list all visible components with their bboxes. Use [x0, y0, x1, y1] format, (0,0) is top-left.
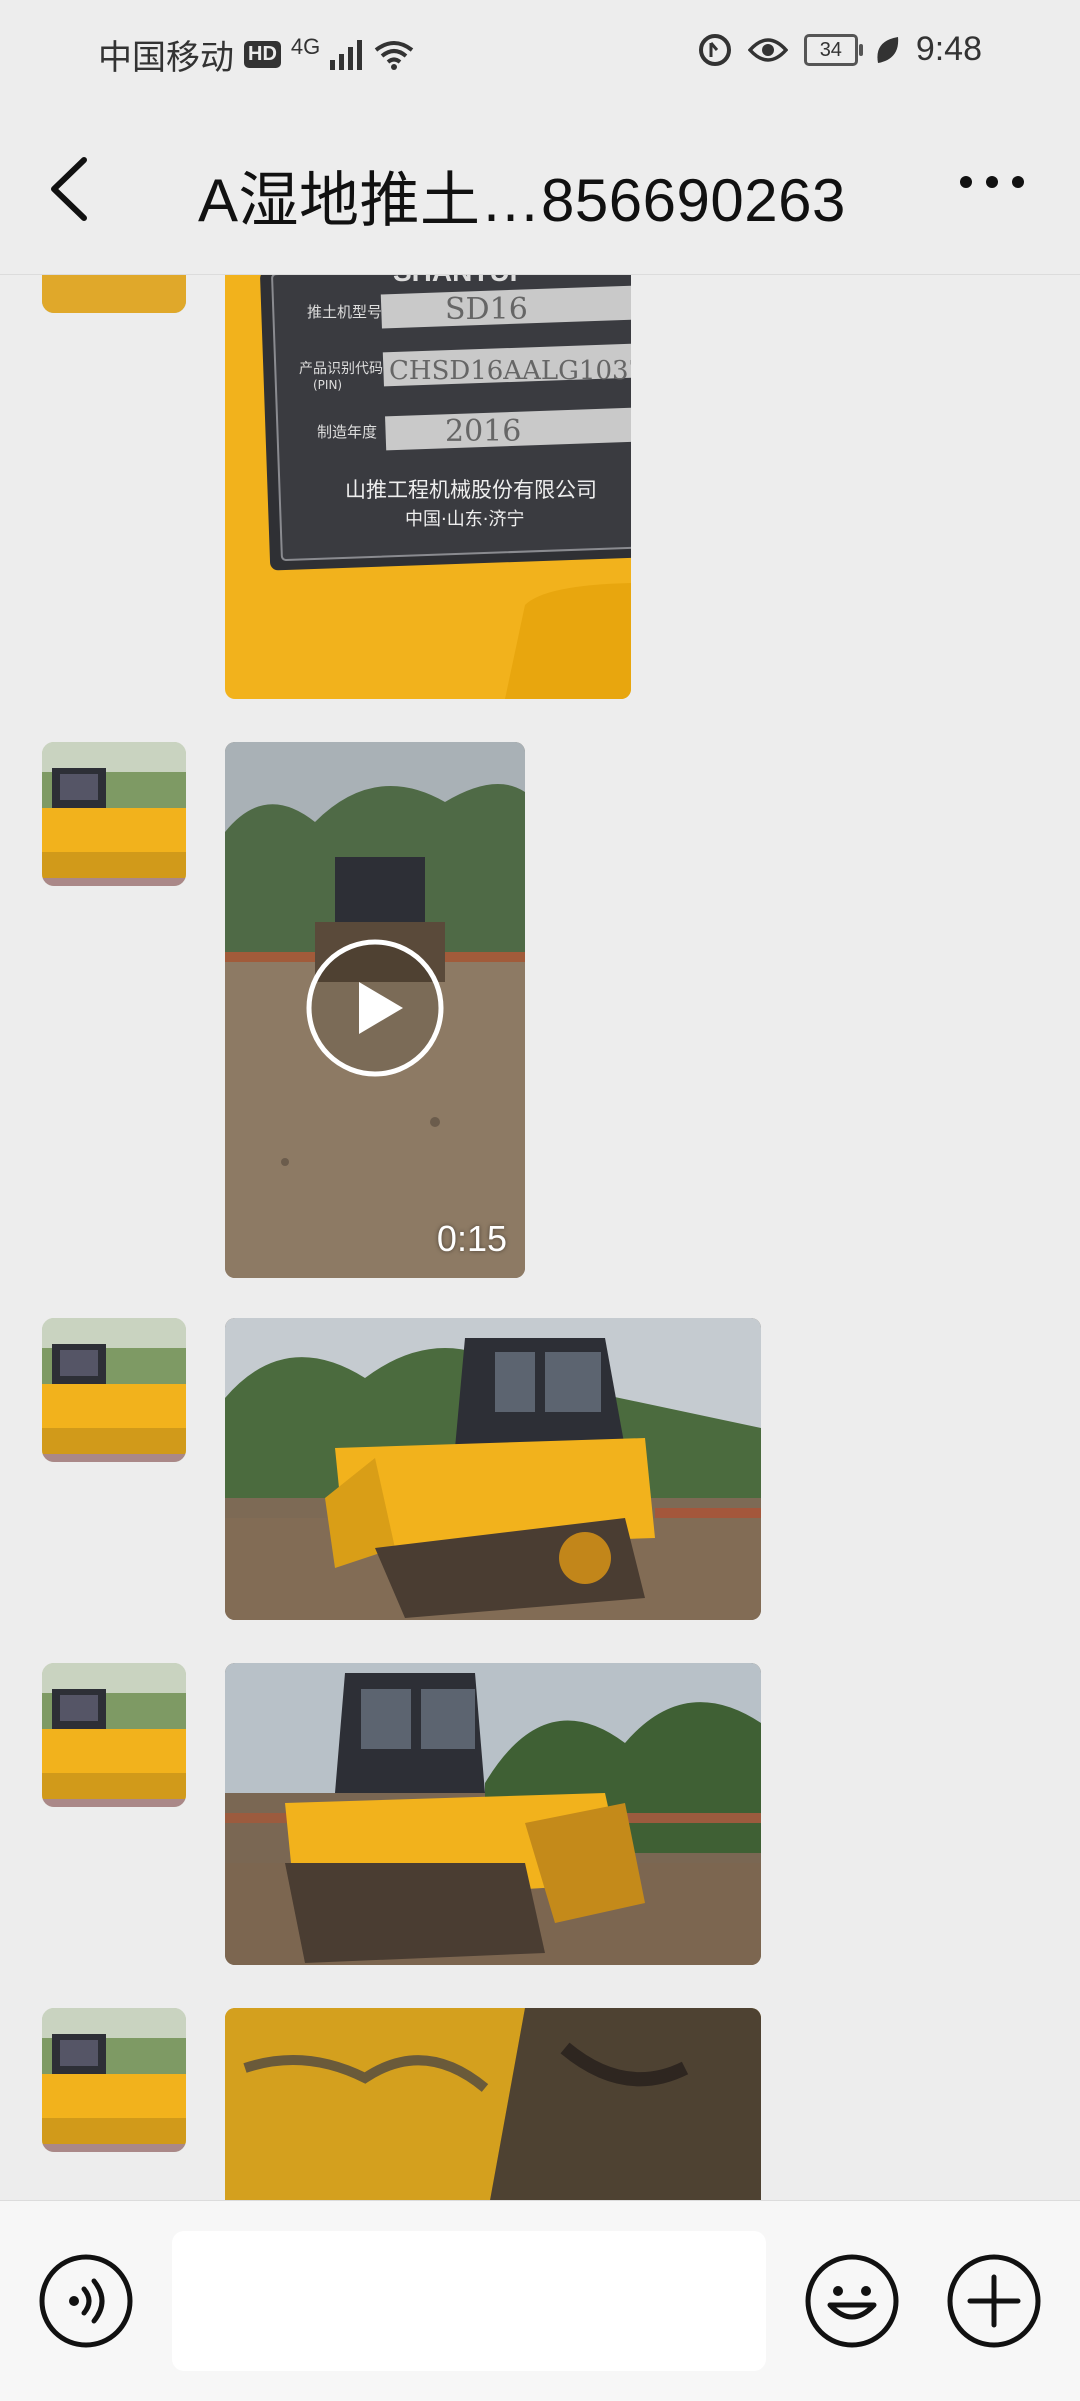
more-dot-icon [986, 176, 998, 188]
nameplate-place: 中国·山东·济宁 [405, 509, 524, 530]
message-image-bulldozer-rear[interactable] [225, 1663, 761, 1965]
contact-avatar[interactable] [42, 742, 186, 886]
contact-avatar[interactable] [42, 275, 186, 313]
chat-title: A湿地推土…856690263 [198, 167, 846, 234]
message-image-bulldozer-side[interactable] [225, 1318, 761, 1620]
nameplate-year: 2016 [445, 414, 521, 449]
clock: 9:48 [915, 30, 982, 68]
status-left: 中国移动 HD 4G [98, 30, 414, 79]
nameplate-brand: SHANTUI [393, 275, 517, 287]
chat-header: A湿地推土…856690263 [0, 104, 1080, 275]
contact-avatar[interactable] [42, 1663, 186, 1807]
status-bar: 中国移动 HD 4G 34 9:48 [0, 0, 1080, 104]
add-attachment-icon[interactable] [946, 2253, 1042, 2349]
status-right: 34 9:48 [698, 30, 982, 69]
hd-badge: HD [244, 41, 281, 68]
nameplate-maker: 山推工程机械股份有限公司 [345, 478, 597, 502]
message-image-closeup[interactable] [225, 2008, 761, 2200]
nameplate-pin-label: 产品识别代码 [299, 361, 383, 377]
nameplate-pin: CHSD16AALG1037 [389, 356, 631, 386]
more-options-button[interactable] [960, 176, 1024, 188]
video-duration: 0:15 [436, 1218, 507, 1259]
contact-avatar[interactable] [42, 1318, 186, 1462]
play-icon[interactable] [305, 938, 445, 1078]
back-arrow-icon[interactable] [40, 154, 100, 224]
message-image-nameplate[interactable]: SHANTUI 推土机型号 SD16 产品识别代码 (PIN) CHSD16AA… [225, 275, 631, 699]
nameplate-year-label: 制造年度 [317, 423, 377, 441]
battery-icon: 34 [803, 33, 863, 66]
carrier-label: 中国移动 [98, 39, 234, 77]
nameplate-model: SD16 [445, 292, 528, 327]
more-dot-icon [960, 176, 972, 188]
input-bar [0, 2200, 1080, 2401]
message-input[interactable] [172, 2231, 766, 2371]
signal-icon: 4G [290, 33, 321, 59]
voice-input-icon[interactable] [38, 2253, 134, 2349]
leaf-icon [877, 36, 898, 63]
more-dot-icon [1012, 176, 1024, 188]
emoji-icon[interactable] [804, 2253, 900, 2349]
contact-avatar[interactable] [42, 2008, 186, 2152]
eye-icon [747, 37, 788, 62]
nameplate-model-label: 推土机型号 [307, 303, 382, 321]
message-list[interactable]: SHANTUI 推土机型号 SD16 产品识别代码 (PIN) CHSD16AA… [0, 275, 1080, 2200]
message-video[interactable]: 0:15 [225, 742, 525, 1278]
nameplate-pin-sub: (PIN) [313, 378, 342, 392]
data-saver-icon [698, 33, 731, 66]
signal-bars-icon [330, 39, 363, 70]
wifi-icon [375, 40, 414, 70]
